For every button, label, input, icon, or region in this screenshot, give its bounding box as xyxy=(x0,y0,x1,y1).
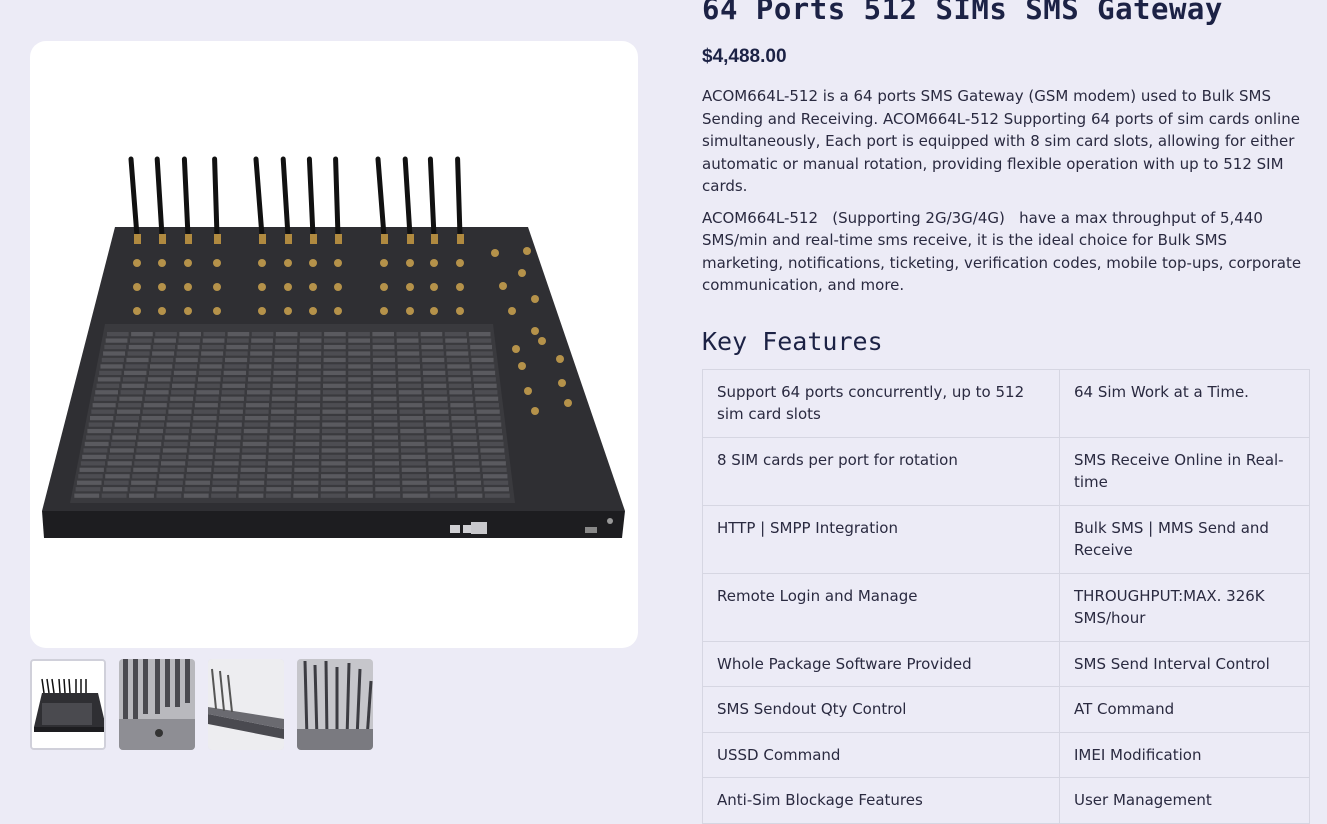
table-row: Anti-Sim Blockage Features User Manageme… xyxy=(702,777,1310,824)
table-row: Remote Login and Manage THROUGHPUT:MAX. … xyxy=(702,572,1310,642)
thumbnail-side-view[interactable] xyxy=(208,659,284,750)
table-row: SMS Sendout Qty Control AT Command xyxy=(702,686,1310,733)
table-row: HTTP | SMPP Integration Bulk SMS | MMS S… xyxy=(702,504,1310,574)
feature-cell: SMS Receive Online in Real-time xyxy=(1059,436,1310,506)
ethernet-port xyxy=(471,522,487,534)
key-features-title: Key Features xyxy=(702,326,883,356)
feature-cell: IMEI Modification xyxy=(1059,731,1310,778)
feature-cell: Anti-Sim Blockage Features xyxy=(702,777,1060,824)
table-row: 8 SIM cards per port for rotation SMS Re… xyxy=(702,436,1310,506)
product-title: 64 Ports 512 SIMs SMS Gateway xyxy=(702,0,1223,26)
feature-cell: SMS Send Interval Control xyxy=(1059,640,1310,687)
thumbnail-antenna-closeup[interactable] xyxy=(119,659,195,750)
product-description-2: ACOM664L-512 (Supporting 2G/3G/4G) have … xyxy=(702,208,1302,295)
product-price: $4,488.00 xyxy=(702,46,787,67)
feature-cell: USSD Command xyxy=(702,731,1060,778)
power-port xyxy=(585,527,597,533)
feature-cell: 8 SIM cards per port for rotation xyxy=(702,436,1060,506)
product-gallery xyxy=(30,41,638,750)
key-features-table: Support 64 ports concurrently, up to 512… xyxy=(702,368,1310,824)
feature-cell: Support 64 ports concurrently, up to 512… xyxy=(702,368,1060,438)
product-details: 64 Ports 512 SIMs SMS Gateway $4,488.00 … xyxy=(702,0,1310,824)
feature-cell: 64 Sim Work at a Time. xyxy=(1059,368,1310,438)
product-description-1: ACOM664L-512 is a 64 ports SMS Gateway (… xyxy=(702,87,1300,195)
table-row: Whole Package Software Provided SMS Send… xyxy=(702,640,1310,687)
main-product-image[interactable] xyxy=(30,41,638,648)
feature-cell: AT Command xyxy=(1059,686,1310,733)
power-led xyxy=(607,518,613,524)
thumbnail-front-view[interactable] xyxy=(30,659,106,750)
feature-cell: HTTP | SMPP Integration xyxy=(702,504,1060,574)
feature-cell: SMS Sendout Qty Control xyxy=(702,686,1060,733)
feature-cell: User Management xyxy=(1059,777,1310,824)
feature-cell: Remote Login and Manage xyxy=(702,572,1060,642)
table-row: Support 64 ports concurrently, up to 512… xyxy=(702,368,1310,438)
feature-cell: Whole Package Software Provided xyxy=(702,640,1060,687)
feature-cell: THROUGHPUT:MAX. 326K SMS/hour xyxy=(1059,572,1310,642)
thumbnail-strip xyxy=(30,659,373,750)
sms-gateway-device-image xyxy=(42,156,625,538)
thumbnail-antenna-angle[interactable] xyxy=(297,659,373,750)
table-row: USSD Command IMEI Modification xyxy=(702,731,1310,778)
usb-port xyxy=(450,525,460,533)
device-front-edge xyxy=(42,511,625,538)
feature-cell: Bulk SMS | MMS Send and Receive xyxy=(1059,504,1310,574)
